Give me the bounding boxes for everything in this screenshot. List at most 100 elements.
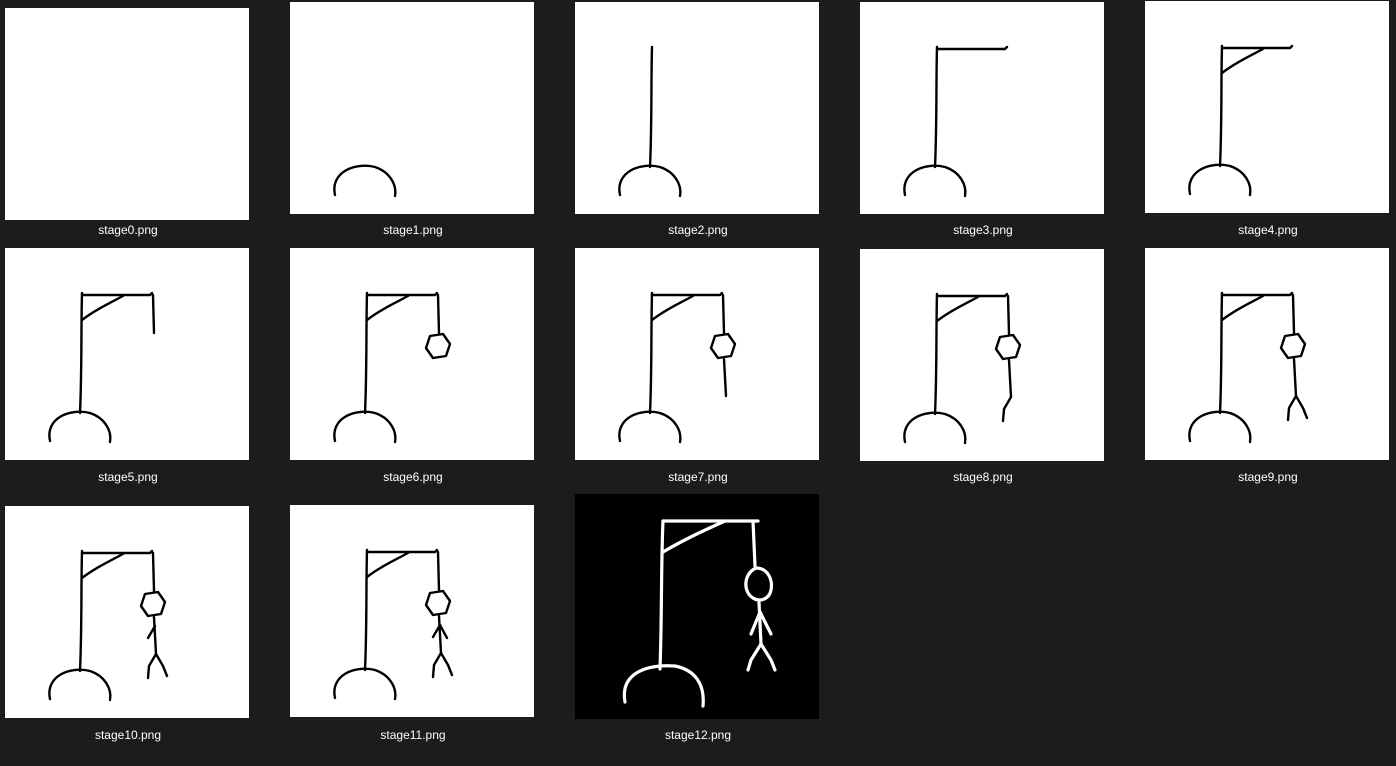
file-name[interactable]: stage2.png: [570, 222, 826, 238]
torso-shape: [1007, 358, 1013, 399]
file-thumbnail[interactable]: [1145, 248, 1389, 460]
hangman-drawing: [333, 164, 397, 198]
beam-shape: [365, 291, 439, 297]
rope-shape: [151, 293, 156, 335]
brace-shape: [80, 294, 125, 322]
hangman-drawing: [5, 8, 249, 220]
post-shape: [363, 291, 369, 415]
torso-shape: [757, 600, 763, 646]
file-item[interactable]: stage2.png: [570, 0, 826, 246]
brace-shape: [661, 519, 727, 554]
hangman-drawing: [903, 45, 1009, 198]
file-thumbnail[interactable]: [860, 2, 1104, 214]
file-item[interactable]: stage1.png: [285, 0, 541, 246]
brace-shape: [365, 551, 410, 579]
torso-shape: [437, 614, 443, 655]
right-leg-shape: [439, 651, 454, 677]
file-name[interactable]: stage5.png: [0, 469, 256, 485]
file-thumbnail[interactable]: [575, 494, 819, 719]
file-thumbnail[interactable]: [5, 506, 249, 718]
post-shape: [648, 291, 654, 415]
left-leg-shape: [431, 651, 443, 679]
file-item[interactable]: stage8.png: [855, 247, 1111, 493]
file-thumbnail[interactable]: [290, 505, 534, 717]
base-mound-shape: [1188, 410, 1252, 444]
left-leg-shape: [1001, 395, 1013, 423]
base-mound-shape: [903, 411, 967, 445]
hangman-drawing: [48, 291, 156, 444]
head-shape: [424, 589, 452, 617]
post-shape: [933, 292, 939, 416]
beam-shape: [80, 291, 154, 297]
post-shape: [78, 549, 84, 673]
rope-shape: [436, 550, 441, 592]
rope-shape: [751, 519, 757, 568]
hangman-drawing: [622, 519, 777, 708]
file-item[interactable]: stage10.png: [0, 493, 256, 742]
brace-shape: [650, 294, 695, 322]
file-thumbnail[interactable]: [575, 2, 819, 214]
file-name[interactable]: stage6.png: [285, 469, 541, 485]
base-mound-shape: [48, 668, 112, 702]
beam-shape: [650, 291, 724, 297]
beam-shape: [365, 548, 439, 554]
file-item[interactable]: stage11.png: [285, 493, 541, 742]
brace-shape: [1220, 47, 1265, 75]
file-item[interactable]: stage12.png: [570, 493, 826, 742]
hangman-drawing: [1188, 44, 1294, 197]
file-item[interactable]: stage5.png: [0, 247, 256, 493]
file-thumbnail[interactable]: [290, 248, 534, 460]
head-shape: [994, 333, 1022, 361]
head-shape: [424, 332, 452, 360]
base-mound-shape: [618, 410, 682, 444]
file-thumbnail[interactable]: [5, 248, 249, 460]
base-mound-shape: [333, 164, 397, 198]
rope-shape: [1006, 294, 1011, 336]
brace-shape: [935, 295, 980, 323]
file-item[interactable]: stage4.png: [1140, 0, 1396, 246]
post-shape: [658, 519, 665, 671]
file-thumbnail[interactable]: [1145, 1, 1389, 213]
hangman-drawing: [618, 45, 682, 198]
file-name[interactable]: stage11.png: [285, 727, 541, 743]
file-name[interactable]: stage0.png: [0, 222, 256, 238]
file-name[interactable]: stage1.png: [285, 222, 541, 238]
hangman-drawing: [333, 291, 452, 444]
post-shape: [933, 45, 939, 169]
file-thumbnail[interactable]: [575, 248, 819, 460]
file-thumbnail[interactable]: [5, 8, 249, 220]
file-thumbnail[interactable]: [290, 2, 534, 214]
base-mound-shape: [618, 164, 682, 198]
torso-shape: [152, 615, 158, 656]
rope-shape: [1291, 293, 1296, 335]
file-name[interactable]: stage12.png: [570, 727, 826, 743]
file-item[interactable]: stage3.png: [855, 0, 1111, 246]
beam-shape: [80, 549, 154, 555]
file-name[interactable]: stage4.png: [1140, 222, 1396, 238]
right-leg-shape: [1294, 394, 1309, 420]
file-name[interactable]: stage7.png: [570, 469, 826, 485]
brace-shape: [80, 552, 125, 580]
base-mound-shape: [903, 164, 967, 198]
base-mound-shape: [622, 664, 705, 708]
hangman-drawing: [903, 292, 1022, 445]
file-item[interactable]: stage0.png: [0, 0, 256, 246]
file-name[interactable]: stage3.png: [855, 222, 1111, 238]
file-name[interactable]: stage10.png: [0, 727, 256, 743]
base-mound-shape: [1188, 163, 1252, 197]
file-thumbnail[interactable]: [860, 249, 1104, 461]
rope-shape: [151, 551, 156, 593]
rope-shape: [436, 293, 441, 335]
beam-shape: [935, 292, 1009, 298]
hangman-drawing: [48, 549, 169, 702]
file-name[interactable]: stage8.png: [855, 469, 1111, 485]
torso-shape: [722, 357, 728, 398]
brace-shape: [365, 294, 410, 322]
left-leg-shape: [146, 652, 158, 680]
file-item[interactable]: stage9.png: [1140, 247, 1396, 493]
left-leg-shape: [1286, 394, 1298, 422]
head-shape: [709, 332, 737, 360]
file-item[interactable]: stage7.png: [570, 247, 826, 493]
file-item[interactable]: stage6.png: [285, 247, 541, 493]
file-name[interactable]: stage9.png: [1140, 469, 1396, 485]
